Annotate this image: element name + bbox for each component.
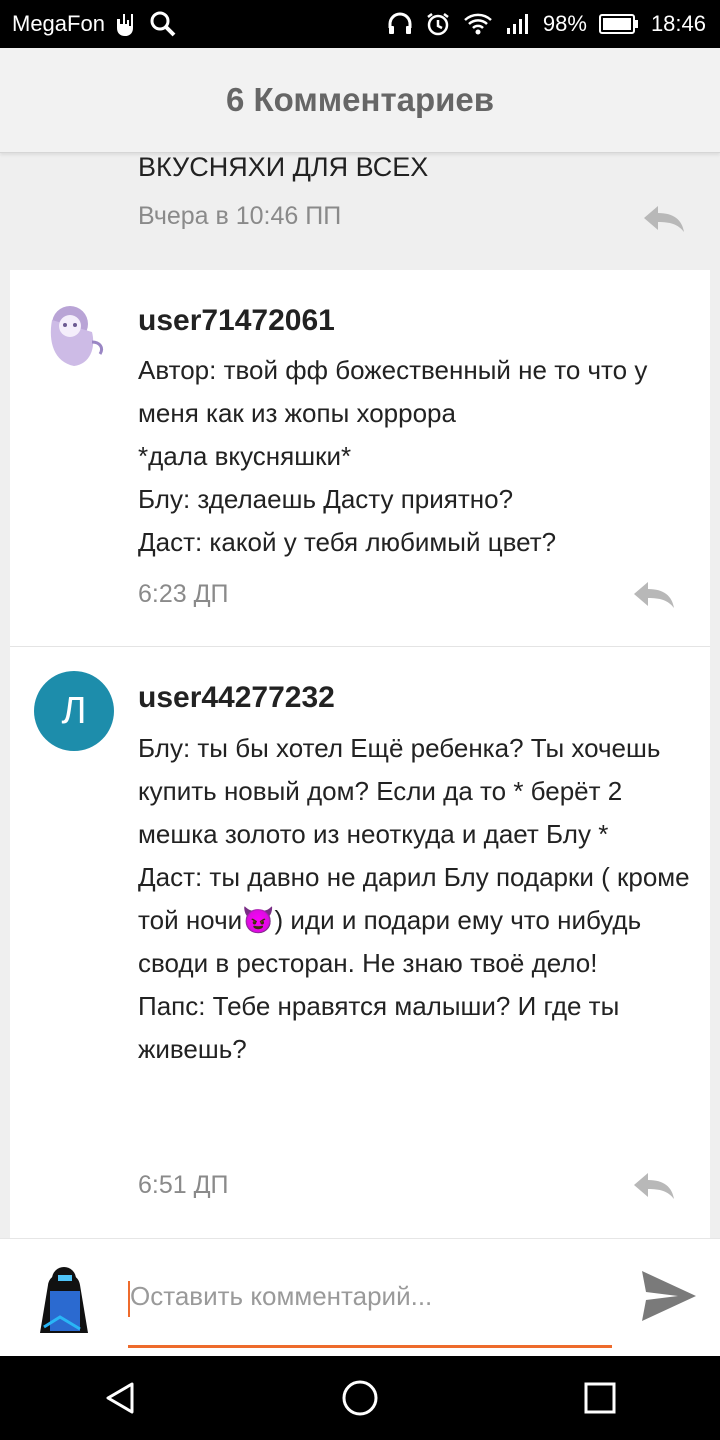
comment-body: Автор: твой фф божественный не то что у … xyxy=(138,349,694,564)
avatar[interactable] xyxy=(34,292,114,372)
comment-line: *дала вкусняшки* xyxy=(138,441,352,471)
back-button[interactable] xyxy=(60,1356,180,1440)
recents-button[interactable] xyxy=(540,1356,660,1440)
status-bar: MegaFon 98% 18:46 xyxy=(0,0,720,48)
battery-percent: 98% xyxy=(542,11,587,36)
navigation-bar xyxy=(0,1356,720,1440)
reply-icon[interactable] xyxy=(642,204,686,234)
comment-card: Л user44277232 Блу: ты бы хотел Ещё ребе… xyxy=(10,647,710,1238)
headphones-icon xyxy=(387,12,413,36)
comment-list[interactable]: ВКУСНЯХИ ДЛЯ ВСЕХ Вчера в 10:46 ПП user7… xyxy=(0,152,720,1238)
send-icon xyxy=(642,1271,696,1321)
signal-icon xyxy=(505,12,531,36)
comment-composer: Оставить комментарий... xyxy=(0,1238,720,1357)
recents-square-icon xyxy=(584,1382,616,1414)
comment-input-placeholder: Оставить комментарий... xyxy=(130,1281,433,1311)
reply-icon[interactable] xyxy=(632,1171,676,1201)
send-button[interactable] xyxy=(640,1269,698,1323)
comment-line: Автор: твой фф божественный не то что у … xyxy=(138,355,648,428)
comment-body: Блу: ты бы хотел Ещё ребенка? Ты хочешь … xyxy=(138,727,694,1071)
previous-comment: ВКУСНЯХИ ДЛЯ ВСЕХ Вчера в 10:46 ПП xyxy=(0,152,720,270)
carrier-label: MegaFon xyxy=(12,11,105,36)
comment-card: user71472061 Автор: твой фф божественный… xyxy=(10,270,710,647)
reply-icon[interactable] xyxy=(632,580,676,610)
rock-hand-icon xyxy=(115,10,139,38)
wifi-icon xyxy=(463,12,493,36)
comment-username[interactable]: user71472061 xyxy=(138,304,335,338)
back-triangle-icon xyxy=(106,1382,134,1414)
clock: 18:46 xyxy=(650,11,706,36)
comment-line: Даст: какой у тебя любимый цвет? xyxy=(138,527,557,557)
search-icon xyxy=(149,10,177,38)
comment-time: 6:51 ДП xyxy=(138,1171,229,1199)
my-avatar[interactable] xyxy=(30,1255,98,1335)
comments-header: 6 Комментариев xyxy=(0,48,720,153)
comment-line: Даст: ты давно не дарил Блу подарки ( кр… xyxy=(138,862,690,978)
avatar[interactable]: Л xyxy=(34,671,114,751)
home-circle-icon xyxy=(342,1380,378,1416)
comment-username[interactable]: user44277232 xyxy=(138,681,335,715)
comment-line: Папс: Тебе нравятся малыши? И где ты жив… xyxy=(138,991,620,1064)
comment-text: ВКУСНЯХИ ДЛЯ ВСЕХ xyxy=(138,152,429,182)
battery-icon xyxy=(598,13,639,35)
avatar-letter: Л xyxy=(61,689,87,732)
comment-line: Блу: ты бы хотел Ещё ребенка? Ты хочешь … xyxy=(138,733,661,849)
alarm-icon xyxy=(425,11,451,37)
home-button[interactable] xyxy=(300,1356,420,1440)
comment-input[interactable]: Оставить комментарий... xyxy=(128,1269,612,1348)
comment-time: Вчера в 10:46 ПП xyxy=(138,202,342,230)
comment-time: 6:23 ДП xyxy=(138,580,229,608)
comment-line: Блу: зделаешь Дасту приятно? xyxy=(138,484,514,514)
page-title: 6 Комментариев xyxy=(225,81,495,118)
